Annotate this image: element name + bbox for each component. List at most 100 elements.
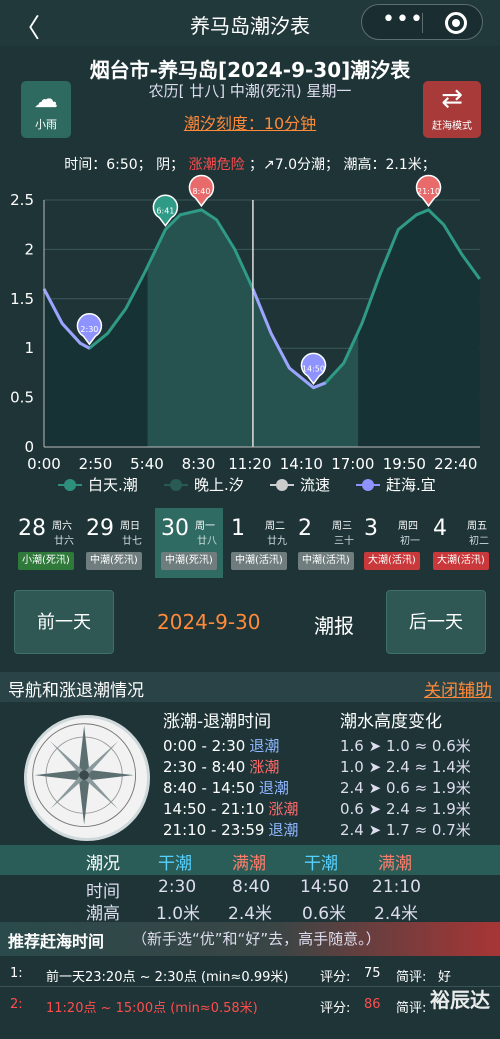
info-time: 时间：6:50； (64, 157, 152, 173)
info-rate: ；↗7.0分潮； (249, 157, 340, 173)
recommend-title: 推荐赶海时间 (8, 932, 105, 951)
date-wk: 周三 (332, 521, 352, 532)
y-tick-label: 1.5 (10, 290, 34, 308)
x-tick-label: 2:50 (79, 455, 113, 473)
tide-type-badge: 大潮(活汛) (433, 552, 489, 570)
capsule-divider (422, 13, 423, 33)
tide-chart[interactable]: 0 0.5 1 1.5 2 2.5 0:00 2:50 5:40 8:30 11:20 14:10 17… (0, 172, 500, 502)
time-value: 14:50 (300, 877, 349, 897)
x-tick-label: 19:50 (383, 455, 426, 473)
height-label: 潮高 (86, 904, 120, 924)
condition-col: 干潮 (158, 854, 192, 874)
rec-score-label: 评分: (320, 1001, 351, 1016)
rec-score: 86 (364, 997, 381, 1012)
tide-height-row: 1.6 ➤ 1.0 ≈ 0.6米 (340, 737, 471, 755)
tide-height-row: 2.4 ➤ 1.7 ≈ 0.7米 (340, 821, 471, 839)
mode-button[interactable]: ⇄ 赶海模式 (423, 81, 481, 138)
tide-time-row: 8:40 - 14:50 退潮 (163, 778, 298, 799)
x-tick-label: 22:40 (434, 455, 477, 473)
x-tick-label: 5:40 (130, 455, 164, 473)
condition-label: 潮况 (86, 854, 120, 874)
mini-program-capsule: ••• (361, 4, 483, 40)
weather-button[interactable]: ☁ 小雨 (21, 81, 71, 138)
tide-height-row: 2.4 ➤ 0.6 ≈ 1.9米 (340, 779, 471, 797)
date-lun: 廿八 (197, 536, 217, 547)
date-wk: 周日 (120, 521, 140, 532)
date-cell[interactable]: 1 周二 廿九 中潮(活汛) (225, 508, 293, 578)
tide-state: 涨潮 (268, 800, 299, 818)
tide-marker-label: 2:30 (80, 325, 98, 334)
top-bar: 〈 养马岛潮汐表 ••• (0, 0, 500, 46)
compass-rose (32, 723, 137, 828)
x-tick-label: 14:10 (280, 455, 323, 473)
info-line: 时间：6:50； 阴； 涨潮危险 ；↗7.0分潮； 潮高：2.1米； (0, 154, 500, 174)
date-num: 29 (86, 516, 114, 541)
legend-dot (170, 479, 182, 491)
rec-review-label: 简评: (396, 970, 427, 985)
legend-label: 白天.潮 (88, 476, 138, 494)
close-assist-link[interactable]: 关闭辅助 (424, 676, 492, 701)
date-num: 3 (364, 516, 378, 541)
more-icon[interactable]: ••• (382, 7, 424, 32)
tide-height-row: 0.6 ➤ 2.4 ≈ 1.9米 (340, 800, 471, 818)
nav-date: 2024-9-30 (157, 610, 261, 634)
tide-type-badge: 中潮(死汛) (161, 552, 217, 570)
date-strip[interactable]: 五五28 周六廿六小潮(死汛) 29 周日廿七中潮(死汛) 30 周一廿八中潮(死汛) 1 周… (0, 508, 500, 578)
time-value: 2:30 (158, 877, 197, 897)
tide-time-range: 8:40 - 14:50 (163, 779, 255, 797)
rec-review-label: 简评: (396, 1001, 427, 1016)
height-value: 2.4米 (228, 904, 273, 924)
date-cell[interactable]: 4 周五 初二 大潮(活汛) (427, 508, 495, 578)
rec-score: 75 (364, 966, 381, 981)
tide-time-range: 14:50 - 21:10 (163, 800, 265, 818)
legend-label: 晚上.汐 (194, 476, 244, 494)
next-day-button[interactable]: 后一天 (386, 590, 486, 654)
legend-dot (276, 479, 288, 491)
date-cell[interactable]: 29 周日 廿七 中潮(死汛) (80, 508, 148, 578)
date-cell[interactable]: 3 周四 初一 大潮(活汛) (358, 508, 426, 578)
area-group (44, 209, 480, 447)
date-wk: 周一 (195, 521, 215, 532)
date-wk: 周二 (265, 521, 285, 532)
date-cell[interactable]: 2 周三 三十 中潮(活汛) (292, 508, 360, 578)
legend-label: 流速 (300, 476, 330, 494)
tide-time-range: 0:00 - 2:30 (163, 737, 246, 755)
condition-col: 满潮 (378, 854, 412, 874)
condition-col: 干潮 (304, 854, 338, 874)
rec-index: 2: (10, 997, 23, 1012)
info-danger: 涨潮危险 (188, 157, 245, 173)
x-tick-label: 0:00 (27, 455, 61, 473)
date-wk: 周四 (398, 521, 418, 532)
date-lun: 廿九 (267, 536, 287, 547)
legend-dot (64, 479, 76, 491)
height-value: 1.0米 (156, 904, 201, 924)
rec-review: 好 (438, 970, 452, 985)
tide-condition-row: 潮况 干潮 满潮 干潮 满潮 (0, 845, 500, 875)
tide-times-header: 涨潮-退潮时间 (163, 712, 272, 732)
date-cell[interactable]: 30 周一廿八中潮(死汛) (155, 508, 223, 578)
weather-label: 小雨 (35, 118, 57, 131)
tide-heights-header: 潮水高度变化 (340, 712, 442, 732)
date-cell[interactable]: 28 周六 廿六 小潮(死汛) (12, 508, 80, 578)
condition-col: 满潮 (232, 854, 266, 874)
close-target-icon[interactable] (445, 12, 467, 34)
tide-type-badge: 中潮(活汛) (298, 552, 354, 570)
date-cell[interactable]: 五五 (0, 508, 12, 578)
tide-type-badge: 小潮(死汛) (18, 552, 74, 570)
legend-dot (362, 479, 374, 491)
recommend-item[interactable]: 2: 11:20点 ~ 15:00点 (min≈0.58米) 评分: 86 简评… (0, 986, 500, 1024)
recommend-header: 推荐赶海时间 （新手选“优”和“好”去，高手随意。） (0, 922, 500, 956)
section-title: 导航和涨退潮情况 (8, 681, 144, 701)
date-lun: 初二 (469, 536, 489, 547)
info-height: 潮高：2.1米； (343, 157, 436, 173)
area-band (358, 209, 480, 447)
date-lun: 廿六 (54, 536, 74, 547)
date-num: 1 (231, 516, 245, 541)
date-num: 30 (161, 516, 189, 541)
tide-report-button[interactable]: 潮报 (314, 610, 354, 639)
tide-type-badge: 中潮(死汛) (86, 552, 142, 570)
date-num: 28 (18, 516, 46, 541)
tide-times-table: 涨潮-退潮时间 0:00 - 2:30 退潮 2:30 - 8:40 涨潮 8:40 -… (163, 712, 298, 841)
tide-time-range: 21:10 - 23:59 (163, 821, 265, 839)
prev-day-button[interactable]: 前一天 (14, 590, 114, 654)
